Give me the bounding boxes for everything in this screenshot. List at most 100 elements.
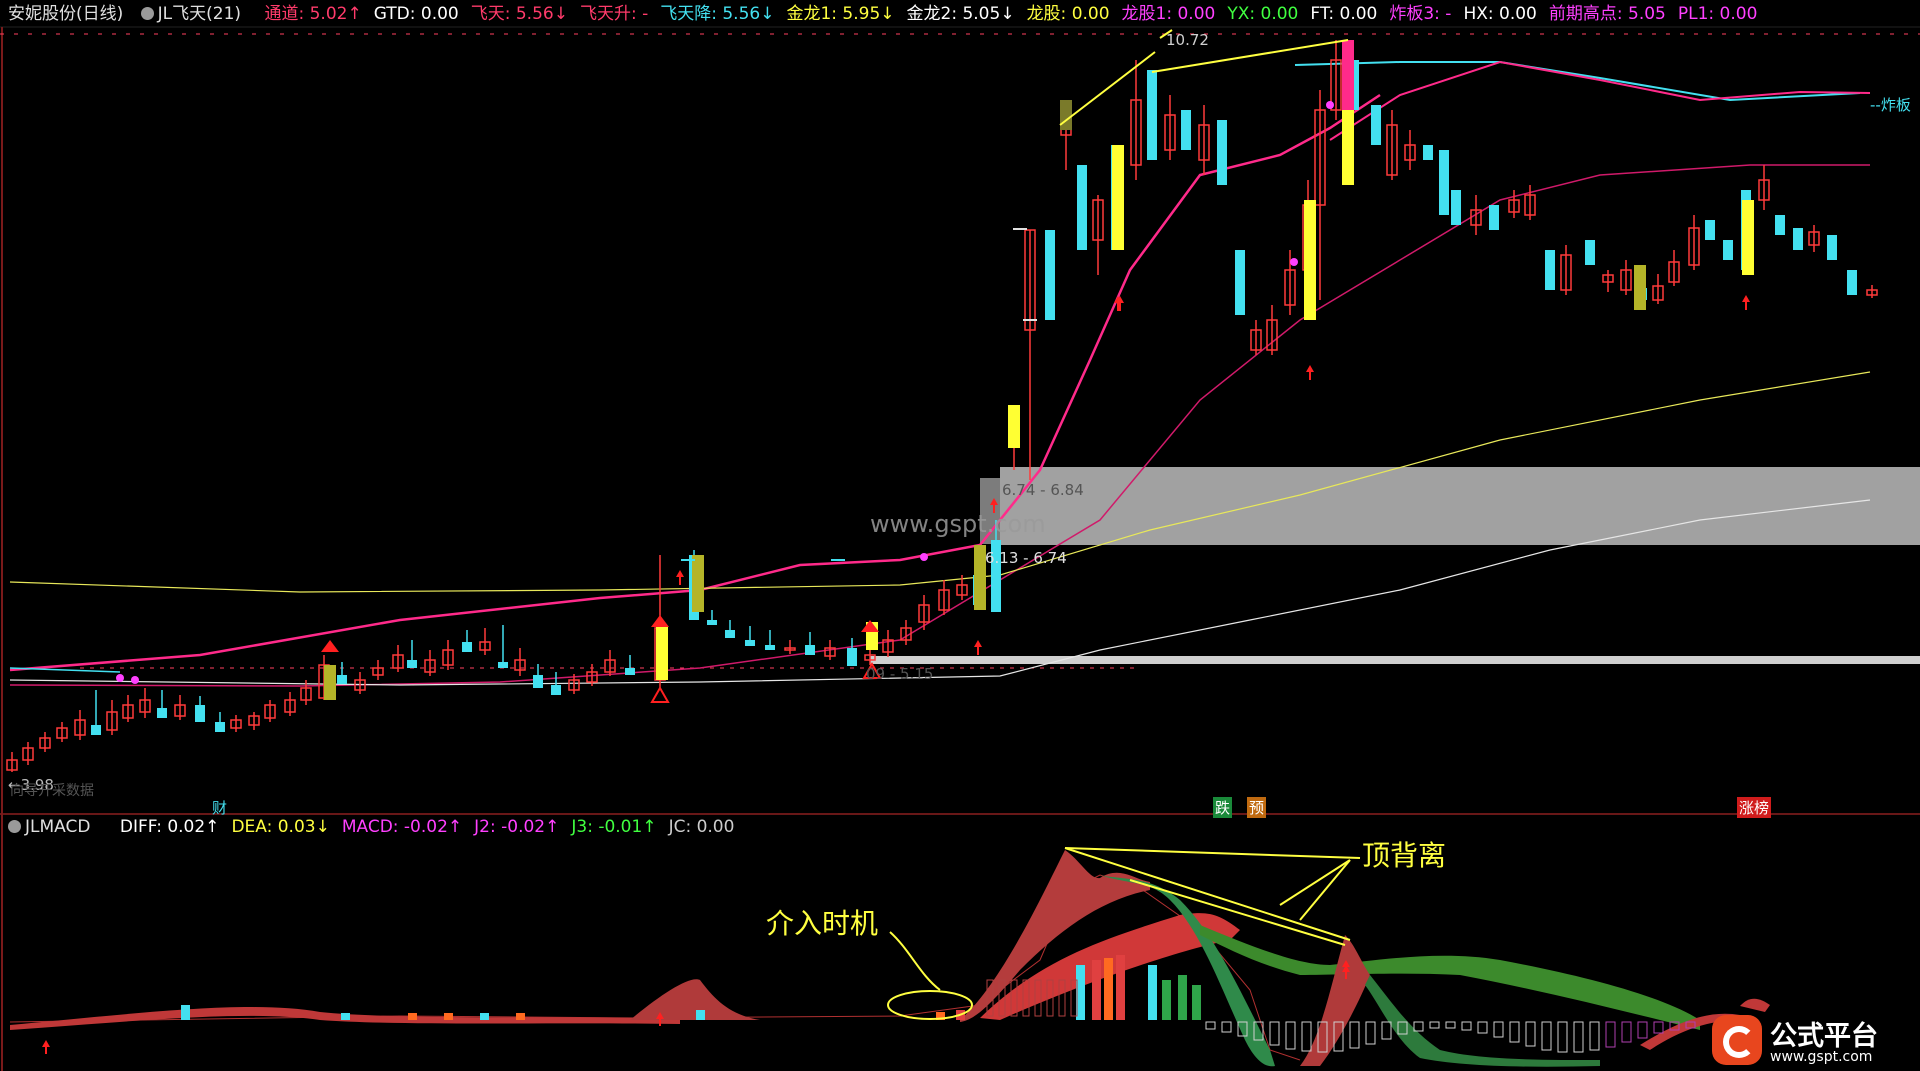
macd-histogram-outline [1525, 1021, 1536, 1047]
divergence-line [1299, 859, 1351, 921]
candle-body-down [765, 645, 775, 650]
candle-body-down [1217, 120, 1227, 185]
candle-body-down [707, 620, 717, 625]
entry-highlight-ellipse [887, 990, 973, 1020]
sub-header-value-3: J2: -0.02↑ [474, 817, 560, 837]
candle-body-down [1181, 110, 1191, 150]
candle-body-down [1451, 190, 1461, 225]
header-value-12: HX: 0.00 [1463, 4, 1537, 24]
logo-title: 公式平台 [1770, 1021, 1878, 1052]
limit-up-candle [324, 665, 336, 700]
limit-up-candle [1342, 110, 1354, 185]
gspt-logo: 公式平台 www.gspt.com [1712, 1013, 1916, 1067]
macd-histogram-outline [1349, 1021, 1360, 1049]
buy-arrow-icon [1742, 295, 1750, 310]
header-value-14: PL1: 0.00 [1677, 4, 1758, 24]
limit-up-candle [656, 626, 668, 680]
macd-ribbon-red-4 [1740, 998, 1770, 1012]
event-marker-cai[interactable]: 财 [212, 797, 227, 818]
candle-body-down [1847, 270, 1857, 295]
macd-histogram-outline [1589, 1021, 1600, 1051]
macd-histogram-bar [1162, 980, 1171, 1020]
macd-histogram-bar [1104, 958, 1113, 1020]
candle-body-down [195, 705, 205, 722]
macd-ribbon-green-long [1200, 925, 1700, 1030]
macd-histogram-bar [480, 1013, 489, 1020]
sub-header-value-4: J3: -0.01↑ [571, 817, 657, 837]
macd-histogram-bar [1178, 975, 1187, 1020]
ma-line-cyan-lower [9, 667, 121, 673]
macd-histogram-outline [1573, 1021, 1584, 1053]
macd-histogram-bar [408, 1013, 417, 1020]
sub-header-value-5: JC: 0.00 [668, 817, 735, 837]
header-value-11: 炸板3: - [1389, 4, 1452, 24]
candle-body-down [1775, 215, 1785, 235]
divergence-line [1279, 859, 1351, 906]
divergence-line [1064, 847, 1361, 859]
zone-mid-label: 6.13 - 6.74 [985, 549, 1067, 567]
macd-histogram-outline [1541, 1021, 1552, 1051]
settings-circle-icon[interactable] [8, 820, 21, 833]
signal-dot [1290, 258, 1298, 266]
macd-histogram-outline [1445, 1021, 1456, 1029]
logo-icon [1712, 1015, 1762, 1065]
entry-pointer-line [889, 931, 941, 991]
limit-up-candle [1342, 40, 1354, 110]
limit-up-candle [1742, 200, 1754, 275]
sub-indicator-header: JLMACD DIFF: 0.02↑ DEA: 0.03↓ MACD: -0.02↑… [8, 816, 746, 838]
candle-body-down [1723, 240, 1733, 260]
indicator-name[interactable]: JL飞天(21) [158, 4, 241, 24]
signal-dot [116, 674, 124, 682]
candle-body-down [1045, 230, 1055, 320]
candle-body-down [1235, 250, 1245, 315]
macd-histogram-bar [1116, 955, 1125, 1020]
main-indicator-header: 安妮股份(日线) JL飞天(21) 通道: 5.02↑ GTD: 0.00 飞天: … [8, 3, 1769, 25]
sub-indicator-name[interactable]: JLMACD [25, 817, 90, 837]
macd-histogram-bar [444, 1013, 453, 1020]
macd-ribbon-green-fall [1100, 875, 1275, 1067]
candle-body-down [551, 685, 561, 695]
header-value-5: 金龙1: 5.95↓ [786, 4, 895, 24]
header-value-0: 通道: 5.02↑ [264, 4, 362, 24]
support-zone-line [870, 656, 1920, 664]
limit-up-arrow-icon [651, 615, 669, 627]
macd-histogram-outline [1365, 1021, 1376, 1045]
event-marker-yu[interactable]: 预 [1247, 797, 1267, 818]
candle-body-down [407, 660, 417, 668]
macd-histogram-outline [1221, 1021, 1232, 1033]
candle-body-down [1371, 105, 1381, 145]
event-marker-zhangbang[interactable]: 涨榜 [1737, 797, 1772, 818]
macd-histogram-outline [1205, 1021, 1216, 1030]
zone-upper-label: 6.74 - 6.84 [1002, 481, 1084, 499]
event-marker-die[interactable]: 跌 [1213, 797, 1233, 818]
sub-header-value-2: MACD: -0.02↑ [341, 817, 463, 837]
macd-histogram-bar [1092, 960, 1101, 1020]
macd-histogram-bar [516, 1013, 525, 1020]
buy-arrow-icon [974, 640, 982, 655]
candle-body-down [1439, 150, 1449, 215]
macd-histogram-outline [1477, 1021, 1488, 1034]
limit-up-candle [1304, 200, 1316, 320]
sub-header-value-1: DEA: 0.03↓ [231, 817, 330, 837]
candle-body-down [847, 648, 857, 666]
macd-arrow-icon [42, 1040, 50, 1054]
header-value-10: FT: 0.00 [1310, 4, 1378, 24]
signal-dot [1326, 101, 1334, 109]
stock-title: 安妮股份(日线) [8, 4, 124, 24]
macd-histogram-bar [341, 1013, 350, 1020]
macd-histogram-outline [1605, 1021, 1616, 1048]
candle-body-down [1793, 228, 1803, 250]
macd-histogram-outline [1653, 1021, 1664, 1034]
candle-body-down [462, 642, 472, 652]
settings-circle-icon[interactable] [140, 7, 154, 20]
candle-body-down [725, 630, 735, 638]
signal-dot [131, 676, 139, 684]
macd-histogram-outline [1637, 1021, 1648, 1039]
macd-histogram-bar [181, 1005, 190, 1020]
header-value-4: 飞天降: 5.56↓ [660, 4, 775, 24]
watermark: www.gspt.com [870, 510, 1046, 538]
macd-histogram-outline [1461, 1021, 1472, 1031]
header-value-9: YX: 0.00 [1227, 4, 1299, 24]
macd-histogram-bar [1148, 965, 1157, 1020]
macd-histogram-outline [1301, 1021, 1312, 1052]
